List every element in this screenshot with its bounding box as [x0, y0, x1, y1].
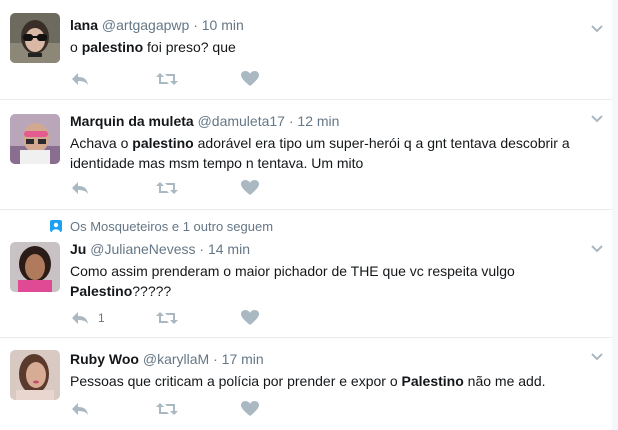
- reply-button[interactable]: [70, 399, 90, 419]
- avatar[interactable]: [10, 242, 60, 292]
- chevron-down-icon[interactable]: [590, 242, 604, 256]
- hashtag-highlight: Palestino: [401, 373, 464, 389]
- tweet-text: Achava o palestino adorável era tipo um …: [70, 135, 570, 171]
- reply-button[interactable]: 1: [70, 308, 105, 328]
- username[interactable]: @damuleta17: [198, 113, 285, 129]
- tweet-text: Como assim prenderam o maior pichador de…: [70, 263, 515, 299]
- reply-button[interactable]: [70, 69, 90, 89]
- timestamp[interactable]: 10 min: [202, 17, 244, 33]
- tweet-text: o palestino foi preso? que: [70, 39, 236, 55]
- tweet-item[interactable]: Ruby Woo @karyllaM · 17 min Pessoas que …: [0, 338, 612, 430]
- chevron-down-icon[interactable]: [590, 22, 604, 36]
- separator: ·: [193, 17, 198, 33]
- display-name[interactable]: Ju: [70, 241, 86, 257]
- heart-icon: [241, 310, 259, 325]
- chevron-down-icon[interactable]: [590, 112, 604, 126]
- tweet-header: lana @artgagapwp · 10 min: [70, 16, 592, 34]
- reply-count: 1: [98, 311, 105, 325]
- chevron-down-icon[interactable]: [590, 350, 604, 364]
- retweet-icon: [156, 403, 178, 415]
- like-button[interactable]: [241, 308, 259, 328]
- tweet-actions: [70, 178, 290, 198]
- reply-icon: [72, 73, 88, 85]
- hashtag-highlight: Palestino: [70, 283, 133, 299]
- tweet-actions: 1: [70, 308, 290, 328]
- timestamp[interactable]: 14 min: [208, 241, 250, 257]
- heart-icon: [241, 401, 259, 416]
- separator: ·: [199, 241, 205, 257]
- display-name[interactable]: Marquin da muleta: [70, 113, 194, 129]
- tweet-item[interactable]: Os Mosqueteiros e 1 outro seguem Ju @Jul…: [0, 210, 612, 338]
- timeline: lana @artgagapwp · 10 min o palestino fo…: [0, 0, 613, 430]
- tweet-text: Pessoas que criticam a polícia por prend…: [70, 373, 546, 389]
- like-button[interactable]: [241, 178, 259, 198]
- timestamp[interactable]: 17 min: [222, 351, 264, 367]
- like-button[interactable]: [241, 399, 259, 419]
- retweet-button[interactable]: [156, 399, 178, 419]
- tweet-item[interactable]: lana @artgagapwp · 10 min o palestino fo…: [0, 0, 612, 100]
- username[interactable]: @JulianeNevess: [90, 241, 195, 257]
- reply-icon: [72, 312, 88, 324]
- person-icon: [50, 220, 62, 232]
- tweet-actions: [70, 399, 290, 419]
- username[interactable]: @artgagapwp: [102, 17, 189, 33]
- username[interactable]: @karyllaM: [143, 351, 209, 367]
- social-context[interactable]: Os Mosqueteiros e 1 outro seguem: [70, 219, 273, 234]
- reply-icon: [72, 403, 88, 415]
- like-button[interactable]: [241, 69, 259, 89]
- display-name[interactable]: Ruby Woo: [70, 351, 139, 367]
- timestamp[interactable]: 12 min: [297, 113, 339, 129]
- scrollbar[interactable]: [612, 0, 618, 430]
- retweet-icon: [156, 312, 178, 324]
- hashtag-highlight: palestino: [132, 135, 194, 151]
- retweet-icon: [156, 182, 178, 194]
- retweet-button[interactable]: [156, 308, 178, 328]
- reply-icon: [72, 182, 88, 194]
- tweet-item[interactable]: Marquin da muleta @damuleta17 · 12 min A…: [0, 100, 612, 210]
- retweet-button[interactable]: [156, 178, 178, 198]
- retweet-button[interactable]: [156, 69, 178, 89]
- avatar[interactable]: [10, 13, 60, 63]
- retweet-icon: [156, 73, 178, 85]
- tweet-header: Ruby Woo @karyllaM · 17 min: [70, 350, 592, 368]
- display-name[interactable]: lana: [70, 17, 98, 33]
- tweet-header: Ju @JulianeNevess · 14 min: [70, 240, 592, 258]
- separator: ·: [288, 113, 294, 129]
- tweet-actions: [70, 69, 290, 89]
- heart-icon: [241, 180, 259, 195]
- reply-button[interactable]: [70, 178, 90, 198]
- avatar[interactable]: [10, 350, 60, 400]
- tweet-header: Marquin da muleta @damuleta17 · 12 min: [70, 112, 592, 130]
- avatar[interactable]: [10, 114, 60, 164]
- hashtag-highlight: palestino: [81, 39, 144, 55]
- separator: ·: [213, 351, 218, 367]
- heart-icon: [241, 71, 259, 86]
